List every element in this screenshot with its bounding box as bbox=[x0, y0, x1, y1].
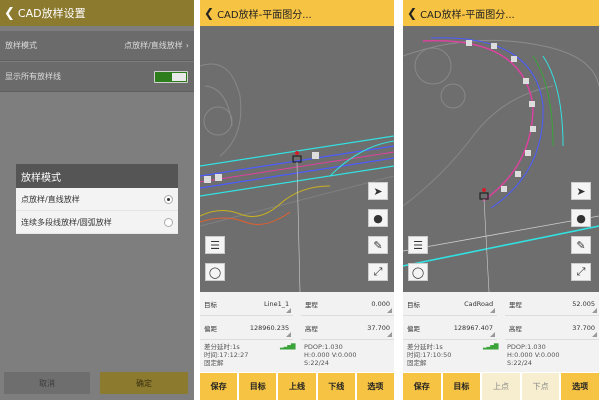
brush-icon[interactable]: ✎ bbox=[368, 236, 388, 254]
cursor-icon[interactable]: ➤ bbox=[571, 182, 591, 200]
radio-selected[interactable] bbox=[164, 194, 173, 204]
stakeout-map-line: ❮ CAD放样-平面图分... ☰ ✦ ⊕ bbox=[200, 0, 394, 400]
save-button[interactable]: 保存 bbox=[403, 373, 441, 400]
settings-screen: ❮ CAD放样设置 放样模式 点放样/直线放样 › 显示所有放样线 放样模式 点… bbox=[0, 0, 194, 400]
cancel-button[interactable]: 取消 bbox=[4, 372, 90, 394]
map-title: CAD放样-平面图分... bbox=[420, 9, 515, 21]
mileage-cell[interactable]: 里程 0.000 bbox=[300, 292, 394, 316]
dialog-title: 放样模式 bbox=[16, 164, 178, 188]
target-value: Line1_1 bbox=[264, 299, 290, 308]
fullscreen-icon[interactable]: ⤢ bbox=[571, 263, 591, 281]
cad-map-canvas[interactable] bbox=[403, 26, 599, 292]
target-button[interactable]: 目标 bbox=[239, 373, 277, 400]
show-all-lines-row: 显示所有放样线 bbox=[0, 62, 194, 92]
radio-unselected[interactable] bbox=[164, 217, 173, 227]
mileage-value: 0.000 bbox=[371, 299, 390, 308]
mileage-value: 52.005 bbox=[572, 299, 595, 308]
stakeout-mode-dialog: 放样模式 点放样/直线放样 连续多段线放样/圆弧放样 bbox=[16, 164, 178, 234]
back-arrow-icon[interactable]: ❮ bbox=[4, 6, 15, 21]
chevron-right-icon: › bbox=[185, 41, 189, 50]
next-line-button[interactable]: 下线 bbox=[317, 373, 355, 400]
back-arrow-icon[interactable]: ❮ bbox=[407, 6, 417, 20]
offset-value: 128960.235 bbox=[249, 323, 290, 332]
prev-line-button[interactable]: 上线 bbox=[278, 373, 316, 400]
elevation-cell[interactable]: 高程 37.700 bbox=[504, 316, 599, 340]
compass-icon[interactable]: ◯ bbox=[205, 263, 225, 281]
confirm-button[interactable]: 确定 bbox=[100, 372, 188, 394]
stakeout-info-panel: 目标 Line1_1 里程 0.000 偏距 128960.235 高程 37.… bbox=[200, 292, 394, 372]
mileage-cell[interactable]: 里程 52.005 bbox=[504, 292, 599, 316]
show-all-lines-label: 显示所有放样线 bbox=[5, 72, 61, 81]
options-button[interactable]: 选项 bbox=[561, 373, 599, 400]
elevation-cell[interactable]: 高程 37.700 bbox=[300, 316, 394, 340]
stakeout-mode-label: 放样模式 bbox=[5, 41, 37, 50]
target-cell[interactable]: 目标 CadRoad bbox=[403, 292, 498, 316]
layers-icon[interactable]: ☰ bbox=[408, 236, 428, 254]
settings-title: CAD放样设置 bbox=[17, 7, 86, 20]
option-point-line[interactable]: 点放样/直线放样 bbox=[16, 188, 178, 211]
map-header: ❮ CAD放样-平面图分... bbox=[403, 0, 599, 26]
back-arrow-icon[interactable]: ❮ bbox=[204, 6, 214, 20]
signal-bars-icon: ▂▃▅▇ bbox=[483, 343, 499, 350]
status-left: 差分延时:1s 时间:17:12:27 固定解 bbox=[204, 343, 249, 367]
options-button[interactable]: 选项 bbox=[356, 373, 394, 400]
option-label: 点放样/直线放样 bbox=[21, 194, 80, 204]
status-right: PDOP:1.030 H:0.000 V:0.000 S:22/24 bbox=[304, 343, 357, 367]
layers-icon[interactable]: ☰ bbox=[205, 236, 225, 254]
option-polyline-arc[interactable]: 连续多段线放样/圆弧放样 bbox=[16, 211, 178, 234]
prev-point-button[interactable]: 上点 bbox=[482, 373, 520, 400]
next-point-button[interactable]: 下点 bbox=[521, 373, 560, 400]
bomb-icon[interactable]: ● bbox=[571, 209, 591, 227]
stakeout-mode-row[interactable]: 放样模式 点放样/直线放样 › bbox=[0, 31, 194, 61]
cad-map-canvas[interactable] bbox=[200, 26, 394, 292]
brush-icon[interactable]: ✎ bbox=[571, 236, 591, 254]
settings-header: ❮ CAD放样设置 bbox=[0, 0, 194, 26]
target-value: CadRoad bbox=[464, 299, 494, 308]
option-label: 连续多段线放样/圆弧放样 bbox=[21, 217, 112, 227]
elevation-value: 37.700 bbox=[367, 323, 390, 332]
stakeout-mode-value: 点放样/直线放样 bbox=[124, 41, 183, 50]
fullscreen-icon[interactable]: ⤢ bbox=[368, 263, 388, 281]
bomb-icon[interactable]: ● bbox=[368, 209, 388, 227]
map-title: CAD放样-平面图分... bbox=[217, 9, 312, 21]
elevation-value: 37.700 bbox=[572, 323, 595, 332]
target-cell[interactable]: 目标 Line1_1 bbox=[200, 292, 294, 316]
save-button[interactable]: 保存 bbox=[200, 373, 238, 400]
offset-value: 128967.407 bbox=[453, 323, 494, 332]
offset-cell[interactable]: 偏距 128967.407 bbox=[403, 316, 498, 340]
show-all-lines-toggle[interactable] bbox=[154, 71, 188, 83]
offset-cell[interactable]: 偏距 128960.235 bbox=[200, 316, 294, 340]
stakeout-info-panel: 目标 CadRoad 里程 52.005 偏距 128967.407 高程 37… bbox=[403, 292, 599, 372]
compass-icon[interactable]: ◯ bbox=[408, 263, 428, 281]
map-header: ❮ CAD放样-平面图分... bbox=[200, 0, 394, 26]
cursor-icon[interactable]: ➤ bbox=[368, 182, 388, 200]
signal-bars-icon: ▂▃▅▇ bbox=[280, 343, 296, 350]
status-right: PDOP:1.030 H:0.000 V:0.000 S:22/24 bbox=[507, 343, 560, 367]
status-left: 差分延时:1s 时间:17:10:50 固定解 bbox=[407, 343, 452, 367]
target-button[interactable]: 目标 bbox=[442, 373, 481, 400]
bottom-toolbar: 保存 目标 上点 下点 选项 bbox=[403, 373, 599, 400]
bottom-toolbar: 保存 目标 上线 下线 选项 bbox=[200, 373, 394, 400]
stakeout-map-road: ❮ CAD放样-平面图分... ☰ ✦ ⊕ bbox=[403, 0, 599, 400]
